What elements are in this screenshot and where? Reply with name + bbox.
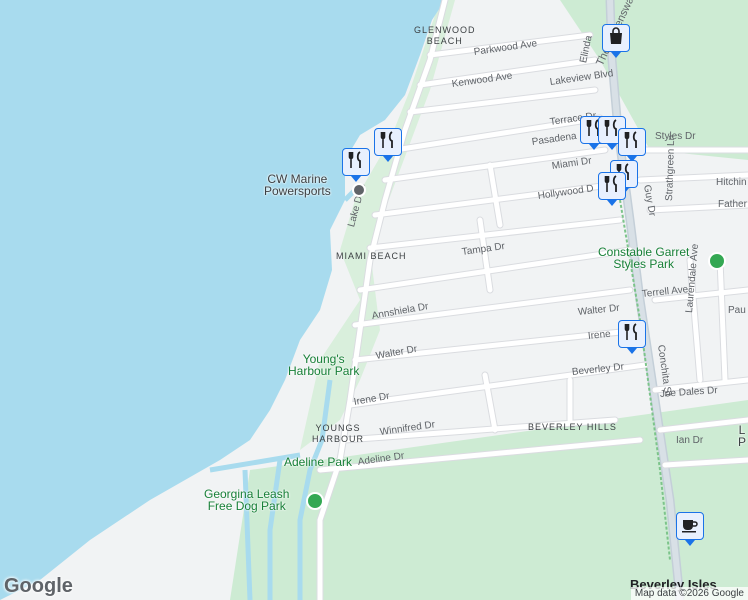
restaurant-marker[interactable] [598, 172, 628, 206]
street-label: Pau [728, 305, 746, 316]
business-label-cw-marine[interactable]: CW Marine Powersports [264, 173, 331, 197]
restaurant-marker[interactable] [618, 128, 648, 162]
place-label-youngs-harbour: YOUNGS HARBOUR [312, 423, 365, 444]
park-label-constable-garret[interactable]: Constable Garret Styles Park [598, 246, 689, 270]
place-label-miami-beach: MIAMI BEACH [336, 251, 407, 261]
business-pin-icon[interactable] [352, 183, 366, 197]
restaurant-icon [347, 150, 365, 174]
park-tree-icon [708, 252, 726, 270]
restaurant-icon [379, 130, 397, 154]
restaurant-marker[interactable] [618, 320, 648, 354]
cafe-marker[interactable] [676, 512, 706, 546]
restaurant-marker[interactable] [342, 148, 372, 182]
park-label-partial[interactable]: LP [738, 424, 746, 448]
map-attribution[interactable]: Map data ©2026 Google [630, 587, 748, 600]
map-canvas[interactable] [0, 0, 748, 600]
street-label: Ian Dr [676, 435, 704, 446]
park-label-youngs-harbour[interactable]: Young's Harbour Park [288, 353, 359, 377]
restaurant-marker[interactable] [374, 128, 404, 162]
street-label: Hitchin [716, 177, 747, 188]
restaurant-icon [623, 130, 641, 154]
shopping-marker[interactable] [602, 24, 632, 58]
restaurant-icon [623, 322, 641, 346]
park-label-dog-park[interactable]: Georgina Leash Free Dog Park [204, 488, 289, 512]
park-label-adeline[interactable]: Adeline Park [284, 456, 352, 468]
park-tree-icon [306, 492, 324, 510]
shopping-bag-icon [607, 26, 625, 50]
place-label-beverley-hills: BEVERLEY HILLS [528, 422, 617, 432]
cafe-icon [681, 515, 699, 538]
street-label: Father [718, 199, 747, 210]
google-logo: Google [4, 575, 73, 597]
restaurant-icon [603, 174, 621, 198]
place-label-glenwood: GLENWOOD BEACH [414, 25, 476, 46]
